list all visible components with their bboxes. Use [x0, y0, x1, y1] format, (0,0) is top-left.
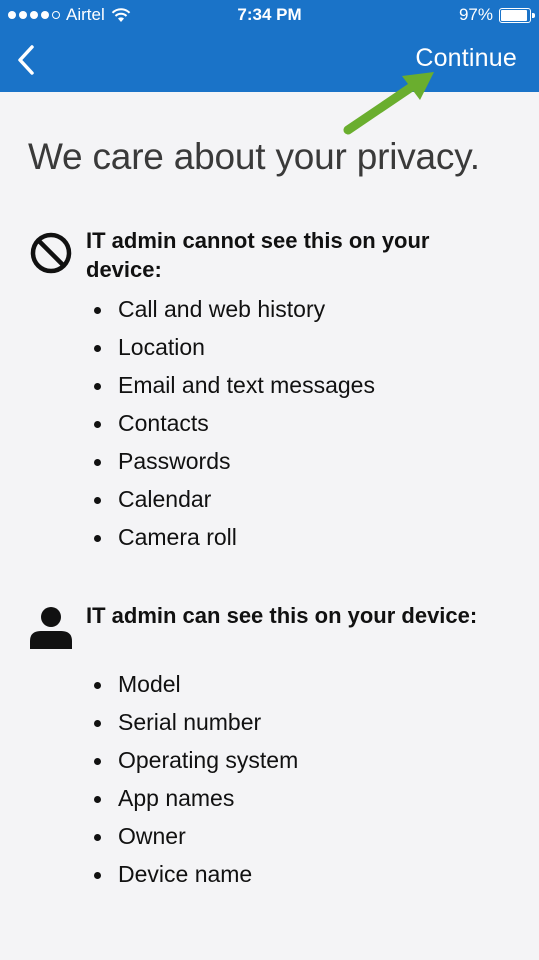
cannot-see-title: IT admin cannot see this on your device:	[86, 228, 430, 282]
cannot-see-list: Call and web history Location Email and …	[94, 294, 375, 560]
list-item: App names	[94, 783, 298, 821]
chevron-left-icon	[18, 45, 34, 75]
battery-percent: 97%	[458, 5, 493, 24]
header-bar: Airtel 7:34 PM 97% Continue	[0, 0, 539, 92]
status-bar: Airtel 7:34 PM 97%	[0, 0, 539, 30]
list-item: Passwords	[94, 446, 375, 484]
list-item: Owner	[94, 821, 298, 859]
can-see-title: IT admin can see this on your device:	[86, 603, 478, 628]
list-item: Email and text messages	[94, 370, 375, 408]
battery-icon	[499, 7, 535, 23]
battery-group: 97%	[458, 5, 535, 25]
list-item: Location	[94, 332, 375, 370]
annotation-arrow-icon	[343, 72, 434, 135]
list-item: Call and web history	[94, 294, 375, 332]
list-item: Serial number	[94, 707, 298, 745]
back-button[interactable]	[6, 38, 46, 82]
list-item: Operating system	[94, 745, 298, 783]
list-item: Contacts	[94, 408, 375, 446]
page-title: We care about your privacy.	[28, 136, 480, 177]
can-see-list: Model Serial number Operating system App…	[94, 669, 298, 897]
list-item: Calendar	[94, 484, 375, 522]
person-icon	[30, 607, 72, 649]
list-item: Model	[94, 669, 298, 707]
list-item: Camera roll	[94, 522, 375, 560]
list-item: Device name	[94, 859, 298, 897]
prohibited-icon	[30, 232, 72, 274]
